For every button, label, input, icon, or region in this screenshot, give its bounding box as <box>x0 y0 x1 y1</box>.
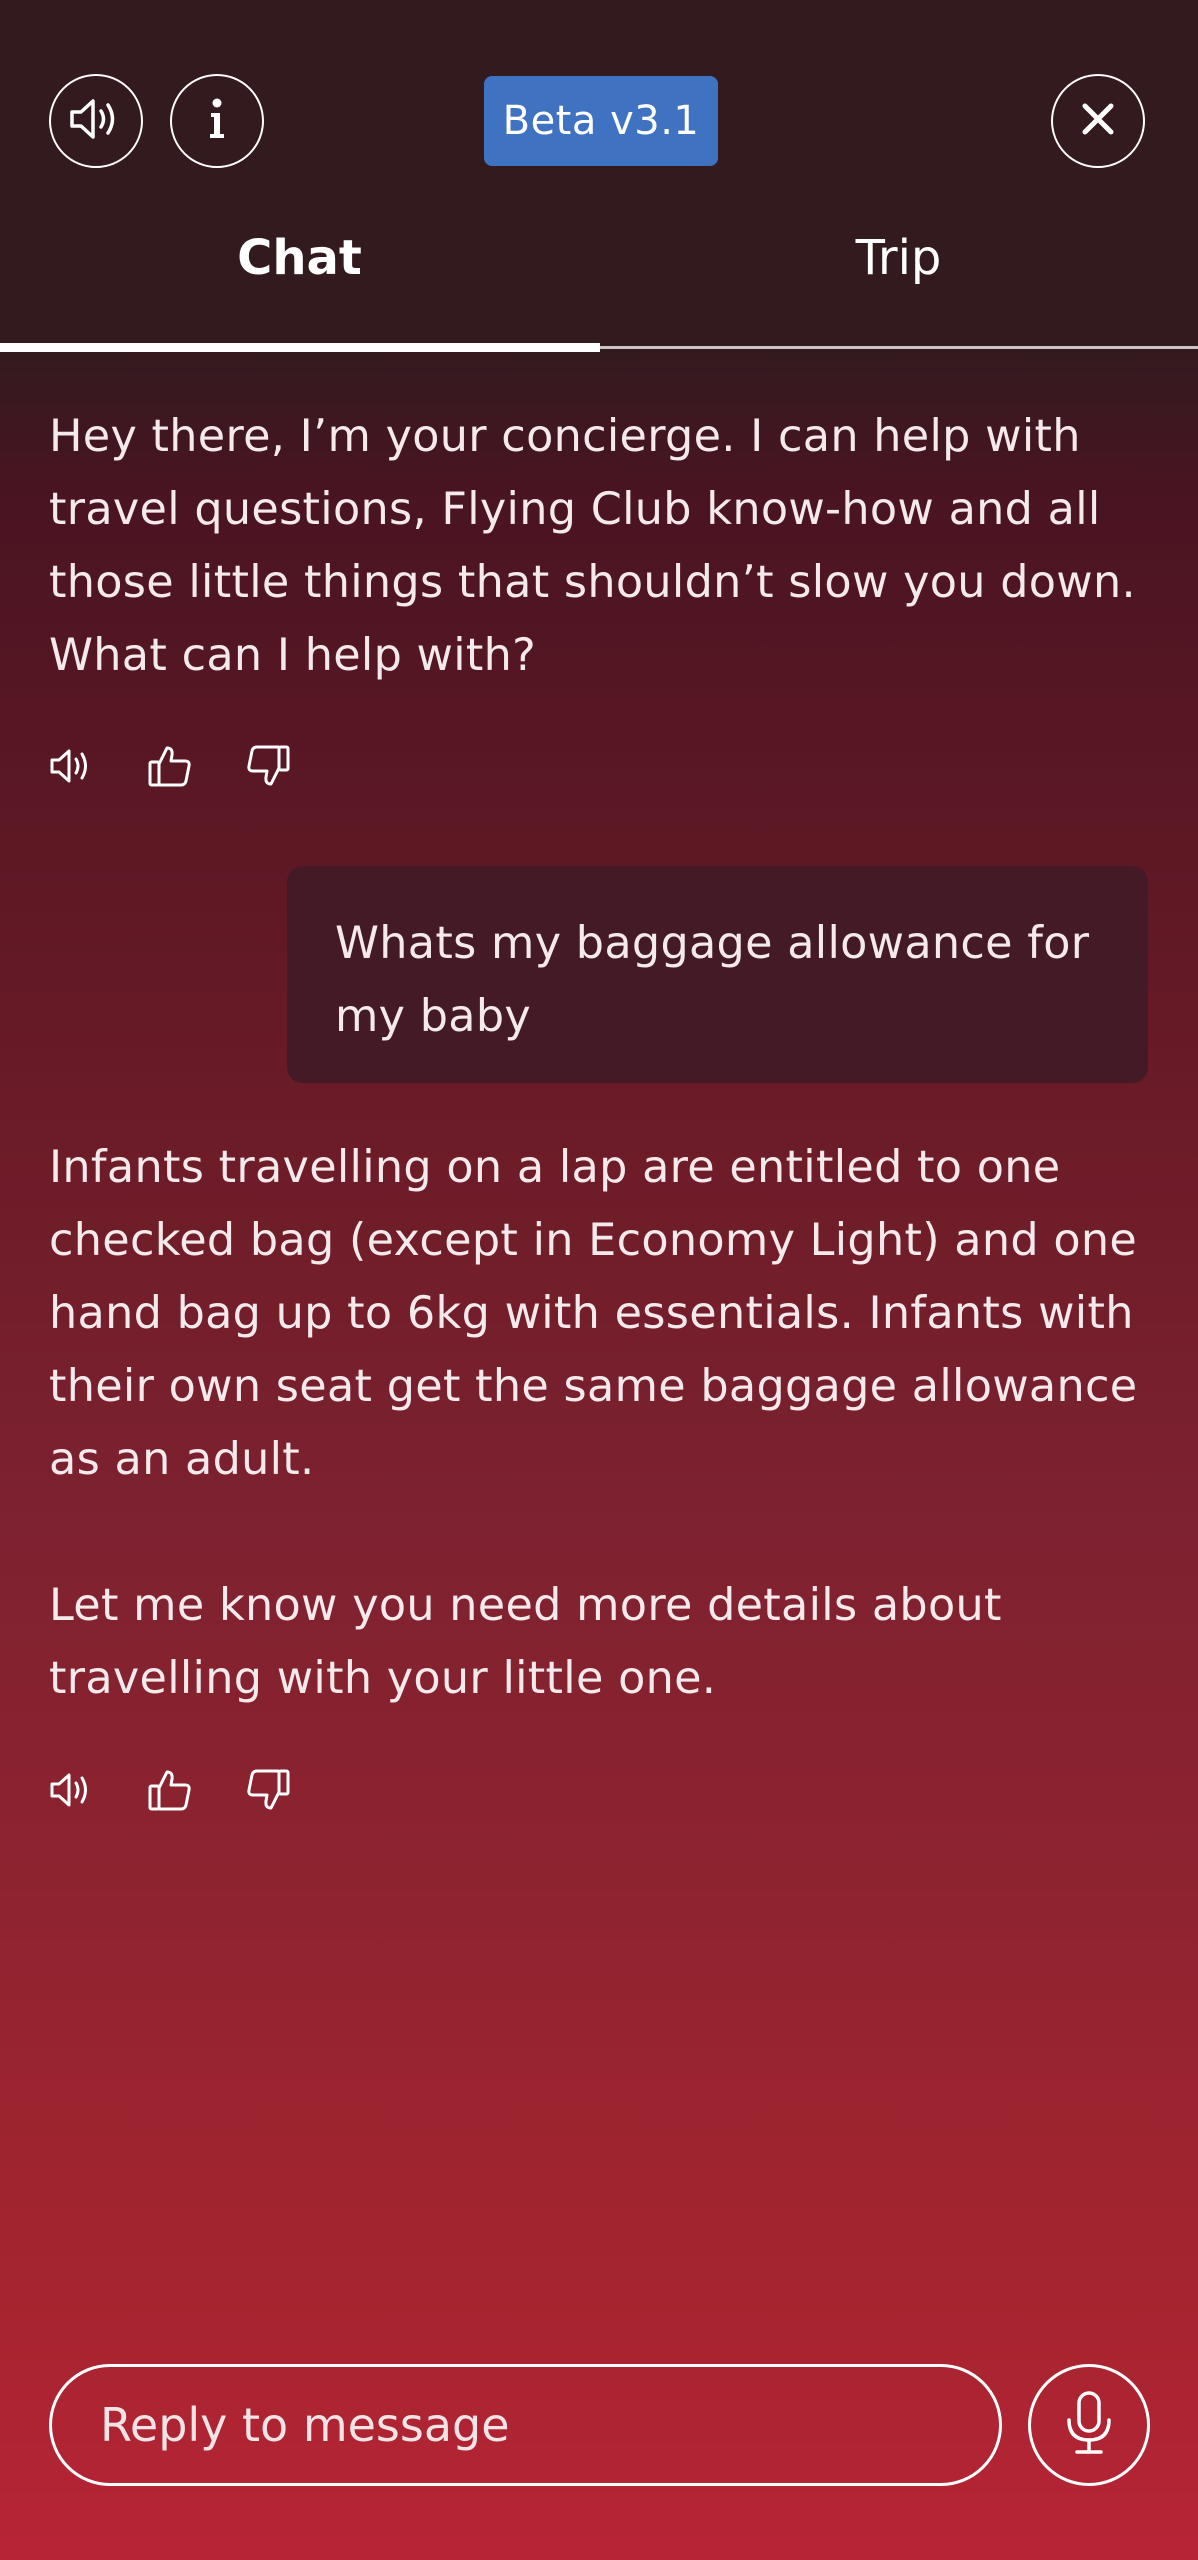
user-message-bubble: Whats my baggage allowance for my baby <box>287 866 1148 1083</box>
assistant-message: Infants travelling on a lap are entitled… <box>49 1131 1149 1715</box>
beta-version-badge: Beta v3.1 <box>484 76 718 166</box>
info-icon <box>207 98 227 144</box>
message-text: Hey there, I’m your concierge. I can hel… <box>49 411 1136 681</box>
message-text: Infants travelling on a lap are entitled… <box>49 1142 1138 1485</box>
sound-button[interactable] <box>49 74 143 168</box>
active-tab-indicator <box>0 343 600 352</box>
message-text: Whats my baggage allowance for my baby <box>335 918 1090 1042</box>
speaker-icon[interactable] <box>48 742 96 790</box>
speaker-icon <box>69 97 123 145</box>
close-button[interactable] <box>1051 74 1145 168</box>
assistant-message: Hey there, I’m your concierge. I can hel… <box>49 400 1149 692</box>
thumbs-down-icon[interactable] <box>244 1766 292 1814</box>
message-text: Let me know you need more details about … <box>49 1580 1002 1704</box>
thumbs-up-icon[interactable] <box>146 742 194 790</box>
microphone-button[interactable] <box>1028 2364 1150 2486</box>
info-button[interactable] <box>170 74 264 168</box>
tab-chat[interactable]: Chat <box>0 230 599 286</box>
speaker-icon[interactable] <box>48 1766 96 1814</box>
reply-input[interactable]: Reply to message <box>49 2364 1002 2486</box>
message-actions <box>48 742 292 790</box>
reply-placeholder: Reply to message <box>100 2398 510 2452</box>
tab-trip[interactable]: Trip <box>599 230 1198 286</box>
thumbs-up-icon[interactable] <box>146 1766 194 1814</box>
thumbs-down-icon[interactable] <box>244 742 292 790</box>
close-icon <box>1081 102 1115 140</box>
microphone-icon <box>1063 2390 1115 2460</box>
message-actions <box>48 1766 292 1814</box>
